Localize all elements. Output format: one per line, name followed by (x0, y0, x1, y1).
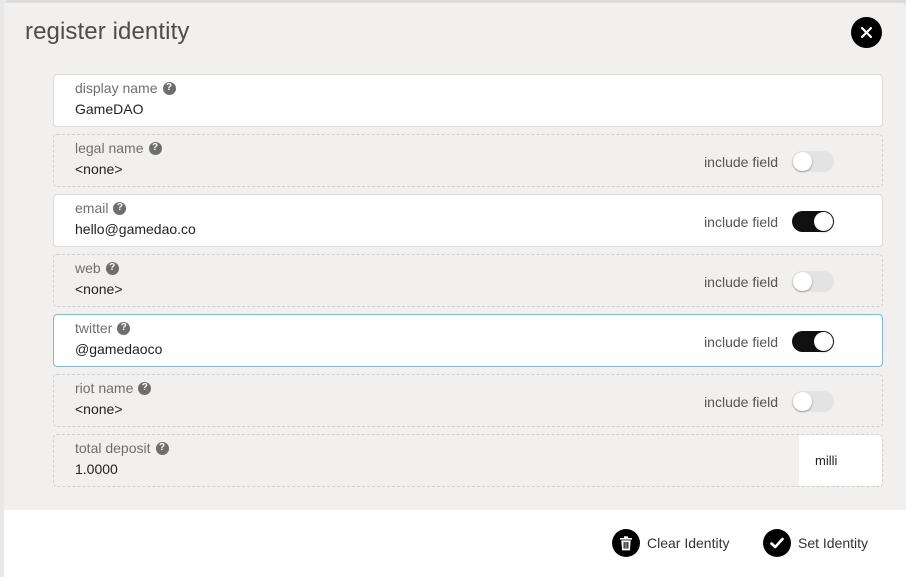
help-icon[interactable]: ? (155, 441, 169, 455)
include-field-label: include field (704, 213, 778, 230)
close-button[interactable] (851, 17, 882, 48)
trash-icon (612, 529, 640, 557)
display-name-field[interactable]: display name ? GameDAO (53, 74, 883, 127)
toggle-knob (793, 272, 812, 291)
web-include: include field (704, 271, 834, 292)
legal-name-include-toggle[interactable] (792, 151, 834, 172)
close-icon (861, 27, 872, 38)
legal-name-include: include field (704, 151, 834, 172)
twitter-field[interactable]: twitter ? @gamedaoco include field (53, 314, 883, 367)
web-label: web (75, 260, 101, 276)
riot-name-include: include field (704, 391, 834, 412)
clear-identity-button[interactable]: Clear Identity (612, 529, 729, 557)
riot-name-field[interactable]: riot name ? <none> include field (53, 374, 883, 427)
twitter-include-toggle[interactable] (792, 331, 834, 352)
total-deposit-label-row: total deposit ? (75, 440, 169, 456)
twitter-include: include field (704, 331, 834, 352)
toggle-knob (793, 392, 812, 411)
help-icon[interactable]: ? (148, 141, 162, 155)
web-include-toggle[interactable] (792, 271, 834, 292)
display-name-input[interactable]: GameDAO (75, 101, 143, 117)
total-deposit-value: 1.0000 (75, 461, 118, 477)
legal-name-label: legal name (75, 140, 144, 156)
display-name-label: display name (75, 80, 158, 96)
web-field[interactable]: web ? <none> include field (53, 254, 883, 307)
toggle-knob (814, 332, 833, 351)
help-icon[interactable]: ? (162, 81, 176, 95)
legal-name-input[interactable]: <none> (75, 161, 123, 177)
modal-footer: Clear Identity Set Identity (4, 510, 906, 577)
help-icon[interactable]: ? (113, 201, 127, 215)
email-include: include field (704, 211, 834, 232)
include-field-label: include field (704, 393, 778, 410)
include-field-label: include field (704, 273, 778, 290)
help-icon[interactable]: ? (138, 381, 152, 395)
total-deposit-label: total deposit (75, 440, 151, 456)
twitter-label-row: twitter ? (75, 320, 131, 336)
legal-name-label-row: legal name ? (75, 140, 162, 156)
toggle-knob (793, 152, 812, 171)
display-name-label-row: display name ? (75, 80, 176, 96)
set-identity-label: Set Identity (798, 535, 869, 551)
web-label-row: web ? (75, 260, 119, 276)
modal-title: register identity (25, 18, 190, 45)
twitter-label: twitter (75, 320, 113, 336)
email-input[interactable]: hello@gamedao.co (75, 221, 196, 237)
include-field-label: include field (704, 333, 778, 350)
riot-name-label: riot name (75, 380, 134, 396)
deposit-unit-select[interactable]: milli (799, 435, 882, 486)
include-field-label: include field (704, 153, 778, 170)
riot-name-input[interactable]: <none> (75, 401, 123, 417)
web-input[interactable]: <none> (75, 281, 123, 297)
total-deposit-field: total deposit ? 1.0000 milli (53, 434, 883, 487)
toggle-knob (814, 212, 833, 231)
email-label: email (75, 200, 109, 216)
help-icon[interactable]: ? (117, 321, 131, 335)
legal-name-field[interactable]: legal name ? <none> include field (53, 134, 883, 187)
riot-name-label-row: riot name ? (75, 380, 152, 396)
register-identity-modal: register identity display name ? GameDAO… (4, 3, 906, 577)
clear-identity-label: Clear Identity (647, 535, 730, 551)
help-icon[interactable]: ? (105, 261, 119, 275)
email-include-toggle[interactable] (792, 211, 834, 232)
email-field[interactable]: email ? hello@gamedao.co include field (53, 194, 883, 247)
riot-name-include-toggle[interactable] (792, 391, 834, 412)
email-label-row: email ? (75, 200, 127, 216)
twitter-input[interactable]: @gamedaoco (75, 341, 162, 357)
check-icon (763, 529, 791, 557)
set-identity-button[interactable]: Set Identity (763, 529, 868, 557)
